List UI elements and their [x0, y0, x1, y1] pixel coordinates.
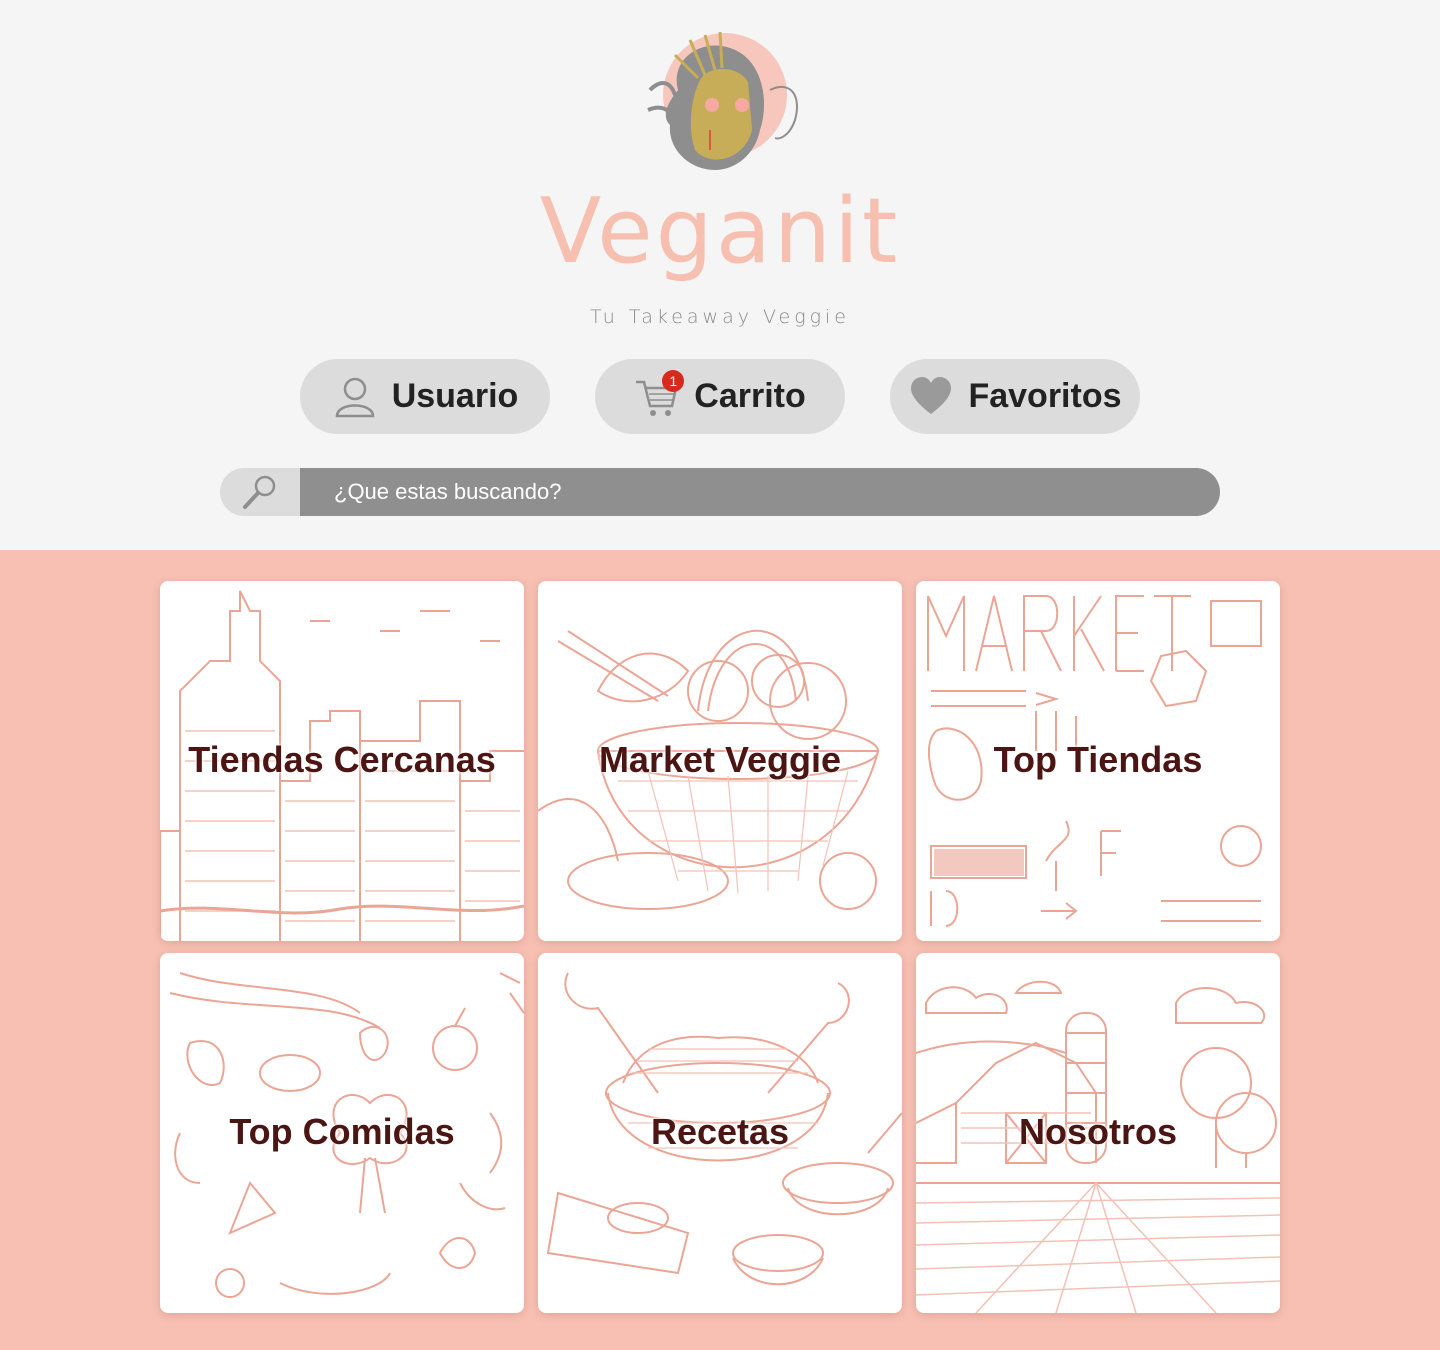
- favorites-button-label: Favoritos: [968, 377, 1122, 415]
- category-grid: Tiendas Cercanas Market Veggie Top Tiend…: [0, 550, 1440, 1350]
- cart-count-badge: 1: [662, 369, 685, 392]
- card-tiendas-cercanas[interactable]: Tiendas Cercanas: [160, 581, 524, 941]
- card-top-comidas[interactable]: Top Comidas: [160, 953, 524, 1313]
- card-title: Top Tiendas: [993, 739, 1203, 780]
- card-title: Tiendas Cercanas: [188, 739, 496, 780]
- card-recetas[interactable]: Recetas: [538, 953, 902, 1313]
- logo-illustration: [647, 31, 798, 170]
- card-title: Top Comidas: [229, 1111, 455, 1152]
- header: Veganit Tu Takeaway Veggie Usuario 1 Car…: [0, 0, 1440, 550]
- user-button[interactable]: Usuario: [300, 359, 550, 434]
- user-icon: [332, 374, 378, 420]
- cart-icon: 1: [634, 369, 685, 420]
- search-input[interactable]: [300, 468, 1220, 516]
- search-bar: [220, 468, 1220, 516]
- brand-tagline: Tu Takeaway Veggie: [589, 306, 850, 328]
- user-button-label: Usuario: [391, 377, 519, 415]
- card-nosotros[interactable]: Nosotros: [916, 953, 1280, 1313]
- brand-name: Veganit: [539, 179, 901, 284]
- search-icon[interactable]: [220, 468, 300, 516]
- cart-button-label: Carrito: [694, 377, 806, 415]
- heart-icon: [908, 374, 954, 420]
- cart-button[interactable]: 1 Carrito: [595, 359, 845, 434]
- card-market-veggie[interactable]: Market Veggie: [538, 581, 902, 941]
- favorites-button[interactable]: Favoritos: [890, 359, 1140, 434]
- card-top-tiendas[interactable]: Top Tiendas: [916, 581, 1280, 941]
- card-title: Market Veggie: [598, 739, 842, 780]
- card-title: Recetas: [650, 1111, 790, 1152]
- card-title: Nosotros: [1018, 1111, 1177, 1152]
